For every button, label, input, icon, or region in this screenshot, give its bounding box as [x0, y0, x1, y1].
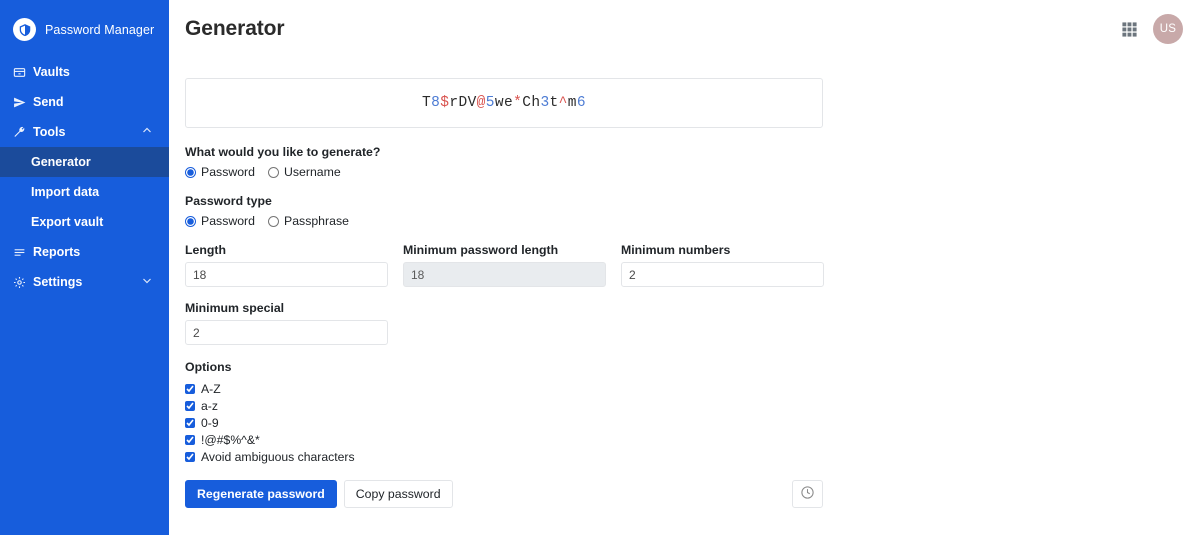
radio-label: Passphrase	[284, 214, 349, 228]
minimum-numbers-input[interactable]	[621, 262, 824, 287]
option-label: !@#$%^&*	[201, 432, 260, 447]
option-label: Avoid ambiguous characters	[201, 449, 355, 464]
field-label: Length	[185, 243, 226, 257]
sidebar-item-send[interactable]: Send	[0, 87, 169, 117]
gear-icon	[13, 276, 29, 289]
option-avoid-ambiguous[interactable]: Avoid ambiguous characters	[185, 448, 1200, 465]
password-type-label: Password type	[185, 194, 272, 208]
option-lowercase[interactable]: a-z	[185, 397, 1200, 414]
numeric-fields-row-2: Minimum special	[185, 301, 1200, 345]
sidebar-item-vaults[interactable]: Vaults	[0, 57, 169, 87]
radio-type-passphrase[interactable]: Passphrase	[268, 214, 349, 228]
brand-name: Password Manager	[45, 22, 155, 37]
sidebar-item-label: Tools	[33, 125, 66, 139]
avatar[interactable]: US	[1153, 14, 1183, 44]
option-uppercase[interactable]: A-Z	[185, 380, 1200, 397]
list-bars-icon	[13, 246, 29, 259]
page-title: Generator	[185, 17, 285, 40]
minimum-special-input[interactable]	[185, 320, 388, 345]
radio-generate-username-input[interactable]	[268, 166, 279, 178]
brand: Password Manager	[0, 0, 169, 57]
sidebar-item-tools[interactable]: Tools	[0, 117, 169, 147]
chevron-up-icon[interactable]	[141, 125, 153, 140]
minimum-password-length-input	[403, 262, 606, 287]
option-avoid-ambiguous-checkbox[interactable]	[185, 451, 195, 462]
sidebar-item-label: Vaults	[33, 65, 70, 79]
option-numbers[interactable]: 0-9	[185, 414, 1200, 431]
field-label: Minimum special	[185, 301, 285, 315]
sidebar-item-label: Send	[33, 95, 64, 109]
field-label: Minimum password length	[403, 243, 559, 257]
password-history-button[interactable]	[792, 480, 823, 508]
paper-plane-icon	[13, 96, 29, 109]
sidebar-subitem-label: Export vault	[31, 215, 104, 229]
regenerate-password-button[interactable]: Regenerate password	[185, 480, 337, 508]
copy-password-button[interactable]: Copy password	[343, 480, 453, 508]
sidebar-item-settings[interactable]: Settings	[0, 267, 169, 297]
sidebar-item-label: Reports	[33, 245, 81, 259]
clock-history-icon	[800, 485, 815, 503]
grid-apps-icon[interactable]	[1121, 21, 1138, 38]
radio-label: Password	[201, 165, 255, 179]
option-uppercase-checkbox[interactable]	[185, 383, 195, 394]
option-special-checkbox[interactable]	[185, 434, 195, 445]
sidebar: Password Manager Vaults Send Tools Gener…	[0, 0, 169, 535]
field-minimum-password-length: Minimum password length	[403, 243, 606, 287]
option-special[interactable]: !@#$%^&*	[185, 431, 1200, 448]
length-input[interactable]	[185, 262, 388, 287]
radio-generate-password-input[interactable]	[185, 166, 196, 178]
radio-label: Password	[201, 214, 255, 228]
option-label: a-z	[201, 398, 218, 413]
chevron-down-icon[interactable]	[141, 275, 153, 290]
radio-type-password-input[interactable]	[185, 215, 196, 227]
generate-type-radio-group: Password Username	[185, 165, 1200, 179]
radio-label: Username	[284, 165, 341, 179]
vault-folder-icon	[13, 66, 29, 79]
field-minimum-special: Minimum special	[185, 301, 388, 345]
shield-logo-icon	[13, 18, 36, 41]
generated-password-text: T8$rDV@5we*Ch3t^m6	[422, 95, 586, 111]
sidebar-subitem-label: Import data	[31, 185, 100, 199]
numeric-fields-row-1: Length Minimum password length Minimum n…	[185, 243, 1200, 287]
sidebar-item-generator[interactable]: Generator	[0, 147, 169, 177]
wrench-icon	[13, 126, 29, 139]
top-bar-right: US	[1121, 14, 1183, 44]
option-label: 0-9	[201, 415, 219, 430]
option-numbers-checkbox[interactable]	[185, 417, 195, 428]
top-bar: Generator US	[169, 0, 1200, 58]
option-label: A-Z	[201, 381, 221, 396]
radio-generate-username[interactable]: Username	[268, 165, 341, 179]
field-minimum-numbers: Minimum numbers	[621, 243, 824, 287]
sidebar-item-reports[interactable]: Reports	[0, 237, 169, 267]
actions-row: Regenerate password Copy password	[185, 480, 823, 508]
generated-password-box[interactable]: T8$rDV@5we*Ch3t^m6	[185, 78, 823, 128]
options-label: Options	[185, 360, 232, 374]
option-lowercase-checkbox[interactable]	[185, 400, 195, 411]
sidebar-item-label: Settings	[33, 275, 83, 289]
sidebar-subitem-label: Generator	[31, 155, 91, 169]
app-root: Password Manager Vaults Send Tools Gener…	[0, 0, 1200, 535]
sidebar-item-export-vault[interactable]: Export vault	[0, 207, 169, 237]
radio-type-passphrase-input[interactable]	[268, 215, 279, 227]
field-length: Length	[185, 243, 388, 287]
generate-question-label: What would you like to generate?	[185, 145, 381, 159]
generator-form: T8$rDV@5we*Ch3t^m6 What would you like t…	[169, 58, 1200, 508]
radio-generate-password[interactable]: Password	[185, 165, 255, 179]
radio-type-password[interactable]: Password	[185, 214, 255, 228]
sidebar-item-import-data[interactable]: Import data	[0, 177, 169, 207]
avatar-initials: US	[1159, 23, 1177, 35]
field-label: Minimum numbers	[621, 243, 731, 257]
main-content: Generator US T8$rDV@5we*Ch3t^m6 What wou…	[169, 0, 1200, 535]
password-type-radio-group: Password Passphrase	[185, 214, 1200, 228]
options-checkbox-group: A-Z a-z 0-9 !@#$%^&* Avoid ambiguous cha…	[185, 380, 1200, 465]
